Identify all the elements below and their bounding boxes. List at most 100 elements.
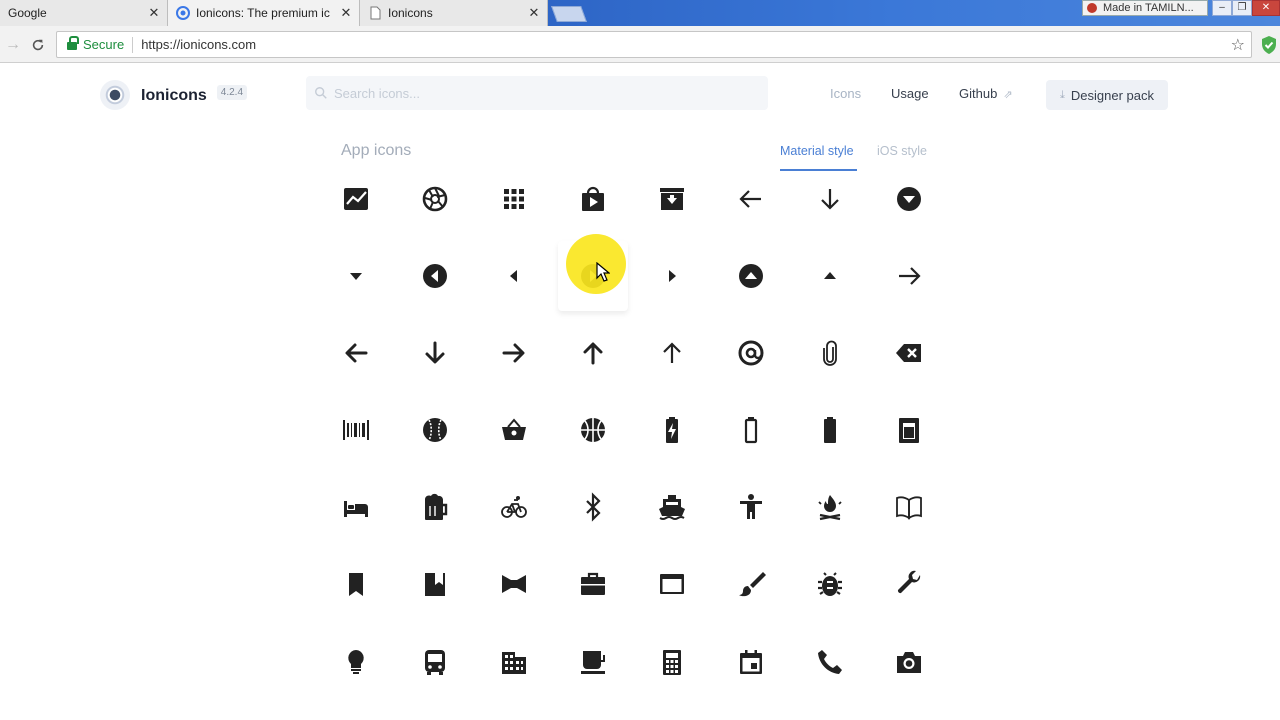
icon-tile[interactable] bbox=[558, 627, 628, 697]
arrow-dropleft-icon bbox=[510, 270, 517, 282]
icon-tile[interactable] bbox=[637, 164, 707, 234]
close-icon[interactable]: ✕ bbox=[337, 5, 355, 21]
arrow-dropleft-circle-icon bbox=[423, 264, 447, 288]
window-badge-label: Made in TAMILN... bbox=[1103, 2, 1194, 14]
icon-tile[interactable] bbox=[558, 164, 628, 234]
icon-tile[interactable] bbox=[874, 627, 944, 697]
icon-tile[interactable] bbox=[716, 395, 786, 465]
icon-tile[interactable] bbox=[321, 395, 391, 465]
icon-tile[interactable] bbox=[558, 549, 628, 619]
icon-tile[interactable] bbox=[479, 241, 549, 311]
arrow-up-icon bbox=[663, 342, 681, 363]
badge-icon bbox=[1087, 3, 1097, 13]
icon-tile[interactable] bbox=[637, 395, 707, 465]
icon-tile[interactable] bbox=[321, 164, 391, 234]
download-icon: ⤓ bbox=[1060, 88, 1065, 101]
icon-tile[interactable] bbox=[874, 549, 944, 619]
icon-tile[interactable] bbox=[400, 395, 470, 465]
bookmark-star-icon[interactable]: ☆ bbox=[1231, 35, 1245, 55]
page-favicon-icon bbox=[368, 6, 382, 20]
browser-tab-ionicons-premium[interactable]: Ionicons: The premium ic ✕ bbox=[168, 0, 360, 26]
icon-tile[interactable] bbox=[874, 318, 944, 388]
icon-tile[interactable] bbox=[874, 472, 944, 542]
backspace-icon bbox=[896, 344, 921, 362]
icon-tile[interactable] bbox=[795, 241, 865, 311]
forward-arrow-icon[interactable]: → bbox=[2, 34, 24, 56]
arrow-forward-icon bbox=[899, 267, 921, 285]
icon-tile[interactable] bbox=[795, 549, 865, 619]
icon-tile[interactable] bbox=[400, 627, 470, 697]
nav-github-link[interactable]: Github ⇗ bbox=[959, 86, 1013, 101]
icon-tile[interactable] bbox=[558, 472, 628, 542]
icon-tile[interactable] bbox=[321, 549, 391, 619]
icon-tile[interactable] bbox=[400, 549, 470, 619]
minimize-icon[interactable]: – bbox=[1212, 0, 1232, 16]
nav-usage-link[interactable]: Usage bbox=[891, 86, 929, 101]
search-input[interactable] bbox=[334, 85, 734, 101]
icon-tile[interactable] bbox=[479, 627, 549, 697]
icon-tile[interactable] bbox=[637, 241, 707, 311]
icon-tile[interactable] bbox=[400, 472, 470, 542]
search-box[interactable] bbox=[306, 76, 768, 110]
browser-toolbar: → Secure https://ionicons.com ☆ bbox=[0, 26, 1280, 63]
icon-tile[interactable] bbox=[874, 164, 944, 234]
browsers-icon bbox=[660, 574, 684, 594]
designer-pack-button[interactable]: ⤓ Designer pack bbox=[1046, 80, 1168, 110]
nav-icons-link[interactable]: Icons bbox=[830, 86, 861, 101]
tab-material-style[interactable]: Material style bbox=[780, 144, 854, 158]
icon-tile[interactable] bbox=[558, 318, 628, 388]
icon-tile[interactable] bbox=[637, 627, 707, 697]
ionicons-favicon-icon bbox=[176, 6, 190, 20]
address-bar[interactable]: Secure https://ionicons.com ☆ bbox=[56, 31, 1252, 58]
icon-tile[interactable] bbox=[795, 472, 865, 542]
icon-tile[interactable] bbox=[479, 395, 549, 465]
reload-icon[interactable] bbox=[27, 34, 49, 56]
icon-tile[interactable] bbox=[321, 241, 391, 311]
icon-tile[interactable] bbox=[400, 241, 470, 311]
icon-tile[interactable] bbox=[716, 241, 786, 311]
icon-tile[interactable] bbox=[716, 627, 786, 697]
icon-tile[interactable] bbox=[795, 395, 865, 465]
window-close-icon[interactable]: ✕ bbox=[1252, 0, 1280, 16]
secure-label: Secure bbox=[83, 37, 125, 52]
arrow-dropup-circle-icon bbox=[739, 264, 763, 288]
icon-tile[interactable] bbox=[795, 627, 865, 697]
icon-tile[interactable] bbox=[637, 472, 707, 542]
barcode-icon bbox=[343, 420, 369, 440]
icon-tile[interactable] bbox=[716, 472, 786, 542]
icon-tile[interactable] bbox=[321, 472, 391, 542]
icon-tile[interactable] bbox=[874, 395, 944, 465]
icon-tile[interactable] bbox=[716, 164, 786, 234]
icon-tile[interactable] bbox=[716, 549, 786, 619]
icon-tile[interactable] bbox=[479, 318, 549, 388]
browser-tab-google[interactable]: Google ✕ bbox=[0, 0, 168, 26]
extension-shield-icon[interactable] bbox=[1260, 35, 1278, 55]
tab-ios-style[interactable]: iOS style bbox=[877, 144, 927, 158]
icon-tile[interactable] bbox=[479, 472, 549, 542]
icon-tile[interactable] bbox=[637, 318, 707, 388]
icon-tile[interactable] bbox=[795, 164, 865, 234]
icon-tile[interactable] bbox=[400, 318, 470, 388]
arrow-dropright-icon bbox=[669, 270, 676, 282]
icon-tile[interactable] bbox=[321, 318, 391, 388]
call-icon bbox=[818, 650, 842, 674]
icon-tile[interactable] bbox=[479, 549, 549, 619]
icon-tile[interactable] bbox=[795, 318, 865, 388]
bug-icon bbox=[818, 572, 842, 596]
section-title: App icons bbox=[341, 142, 412, 159]
baseball-icon bbox=[423, 418, 447, 442]
icon-tile[interactable] bbox=[637, 549, 707, 619]
icon-tile[interactable] bbox=[479, 164, 549, 234]
new-tab-button[interactable] bbox=[551, 6, 587, 22]
icon-tile[interactable] bbox=[874, 241, 944, 311]
icon-tile[interactable] bbox=[400, 164, 470, 234]
brand[interactable]: Ionicons 4.2.4 bbox=[100, 80, 248, 110]
icon-tile[interactable] bbox=[558, 395, 628, 465]
restore-icon[interactable]: ❐ bbox=[1232, 0, 1252, 16]
close-icon[interactable]: ✕ bbox=[145, 5, 163, 21]
icon-tile[interactable] bbox=[321, 627, 391, 697]
close-icon[interactable]: ✕ bbox=[525, 5, 543, 21]
browser-tab-ionicons[interactable]: Ionicons ✕ bbox=[360, 0, 548, 26]
at-icon bbox=[738, 340, 764, 366]
icon-tile[interactable] bbox=[716, 318, 786, 388]
